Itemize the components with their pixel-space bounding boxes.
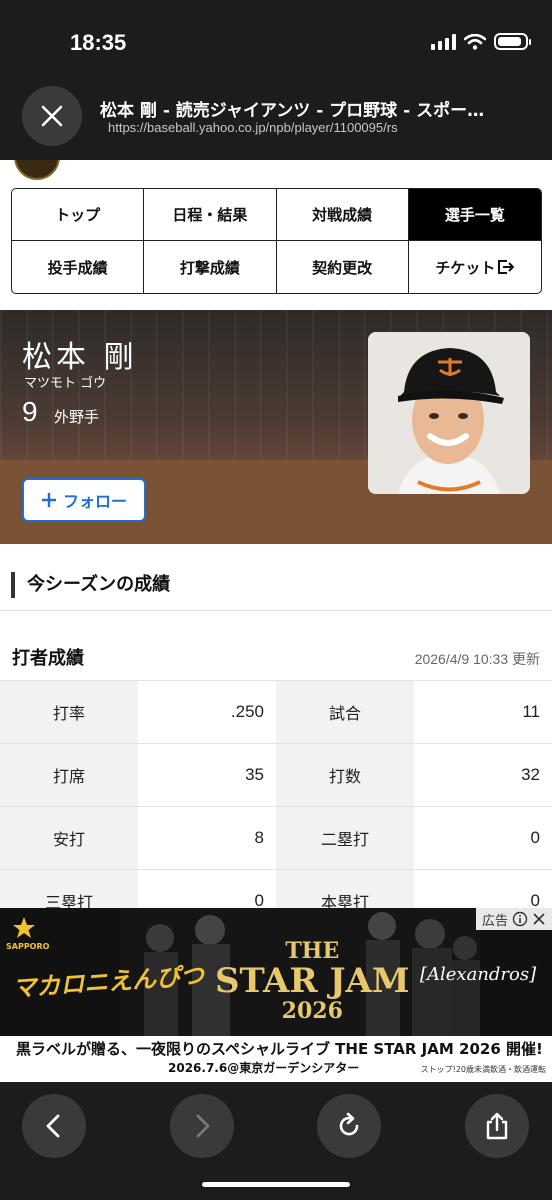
stat-value: 11 — [414, 681, 552, 743]
wifi-icon — [464, 33, 486, 50]
nav-item-matchups[interactable]: 対戦成績 — [276, 189, 409, 241]
stat-value: 35 — [138, 744, 276, 806]
share-icon — [486, 1112, 508, 1140]
table-row: 安打 8 二塁打 0 — [0, 806, 552, 869]
web-content: トップ 日程・結果 対戦成績 選手一覧 投手成績 打撃成績 契約更改 チケット … — [0, 160, 552, 908]
ad-headline: 黒ラベルが贈る、一夜限りのスペシャルライブ THE STAR JAM 2026 … — [16, 1040, 543, 1058]
follow-button[interactable]: フォロー — [22, 478, 146, 522]
team-logo-icon — [14, 160, 60, 180]
follow-label: フォロー — [62, 492, 127, 511]
back-button[interactable] — [22, 1094, 86, 1158]
close-icon — [41, 105, 63, 127]
ad-event-title: THE STAR JAM 2026 — [215, 938, 410, 1024]
ad-close-icon[interactable] — [532, 912, 546, 926]
ad-disclaimer: ストップ!20歳未満飲酒・飲酒運転 — [420, 1065, 546, 1074]
stat-value: 0 — [414, 870, 552, 908]
stat-value: 32 — [414, 744, 552, 806]
player-hero: 松本 剛 マツモト ゴウ 9 外野手 フォロー — [0, 310, 552, 544]
ad-banner[interactable]: SAPPORO マカロニえんぴつ THE STAR JAM 2026 [Alex… — [0, 908, 552, 1082]
info-icon[interactable] — [512, 911, 528, 927]
home-indicator — [202, 1182, 350, 1187]
ad-badge-label: 広告 — [481, 913, 508, 929]
stat-label: 三塁打 — [0, 870, 138, 908]
status-bar: 18:35 — [0, 0, 552, 78]
nav-item-tickets-label: チケット — [435, 258, 496, 277]
status-time: 18:35 — [70, 30, 127, 55]
battery-level — [498, 37, 522, 46]
nav-item-pitching[interactable]: 投手成績 — [12, 241, 145, 293]
updated-timestamp: 2026/4/9 10:33 更新 — [414, 651, 540, 667]
player-name: 松本 剛 — [22, 340, 138, 375]
browser-header: 松本 剛 - 読売ジャイアンツ - プロ野球 - スポー… https://ba… — [0, 78, 552, 160]
ad-date-venue: 2026.7.6@東京ガーデンシアター — [168, 1061, 360, 1075]
section-divider — [0, 610, 552, 611]
reload-button[interactable] — [317, 1094, 381, 1158]
external-link-icon — [498, 260, 515, 274]
nav-item-contracts[interactable]: 契約更改 — [277, 241, 409, 293]
team-nav-grid: トップ 日程・結果 対戦成績 選手一覧 投手成績 打撃成績 契約更改 チケット — [11, 188, 542, 294]
ad-event-year: 2026 — [281, 998, 343, 1024]
player-portrait-image — [368, 332, 530, 494]
share-button[interactable] — [465, 1094, 529, 1158]
plus-icon — [41, 493, 56, 507]
stat-value: 0 — [138, 870, 276, 908]
player-kana: マツモト ゴウ — [24, 376, 107, 391]
player-position: 外野手 — [54, 408, 100, 426]
stat-label: 打席 — [0, 744, 138, 806]
close-button[interactable] — [22, 86, 82, 146]
nav-item-roster[interactable]: 選手一覧 — [408, 189, 541, 241]
player-photo — [368, 332, 530, 494]
stat-label: 打率 — [0, 681, 138, 743]
table-row: 三塁打 0 本塁打 0 — [0, 869, 552, 908]
page-url[interactable]: https://baseball.yahoo.co.jp/npb/player/… — [108, 120, 398, 135]
cellular-signal-icon — [431, 33, 456, 50]
nav-item-batting[interactable]: 打撃成績 — [144, 241, 277, 293]
player-number: 9 — [22, 396, 38, 427]
sapporo-logo: SAPPORO — [6, 916, 50, 951]
table-row: 打席 35 打数 32 — [0, 743, 552, 806]
table-row: 打率 .250 試合 11 — [0, 680, 552, 743]
chevron-right-icon — [196, 1114, 210, 1138]
ad-event-name: STAR JAM — [215, 961, 410, 1001]
forward-button[interactable] — [170, 1094, 234, 1158]
stat-label: 試合 — [276, 681, 414, 743]
page-title: 松本 剛 - 読売ジャイアンツ - プロ野球 - スポー… — [100, 101, 485, 121]
batting-stats-table: 打率 .250 試合 11 打席 35 打数 32 安打 8 二塁打 0 三塁打… — [0, 680, 552, 908]
stat-value: .250 — [138, 681, 276, 743]
stat-value: 0 — [414, 807, 552, 869]
season-section-title: 今シーズンの成績 — [11, 572, 170, 598]
nav-item-tickets[interactable]: チケット — [409, 241, 541, 293]
ad-caption: 黒ラベルが贈る、一夜限りのスペシャルライブ THE STAR JAM 2026 … — [0, 1036, 552, 1082]
stat-value: 8 — [138, 807, 276, 869]
reload-icon — [339, 1112, 359, 1136]
stat-label: 本塁打 — [276, 870, 414, 908]
sponsor-label: SAPPORO — [6, 942, 50, 951]
ad-artist: [Alexandros] — [420, 964, 537, 985]
chevron-left-icon — [46, 1114, 60, 1138]
stat-label: 二塁打 — [276, 807, 414, 869]
battery-icon — [494, 33, 531, 50]
nav-item-schedule[interactable]: 日程・結果 — [144, 189, 277, 241]
stat-label: 安打 — [0, 807, 138, 869]
ad-badge[interactable]: 広告 — [475, 908, 552, 930]
status-icons — [431, 33, 531, 50]
star-icon — [13, 917, 35, 938]
batting-stats-title: 打者成績 — [12, 648, 84, 669]
stat-label: 打数 — [276, 744, 414, 806]
nav-item-top[interactable]: トップ — [12, 189, 145, 241]
